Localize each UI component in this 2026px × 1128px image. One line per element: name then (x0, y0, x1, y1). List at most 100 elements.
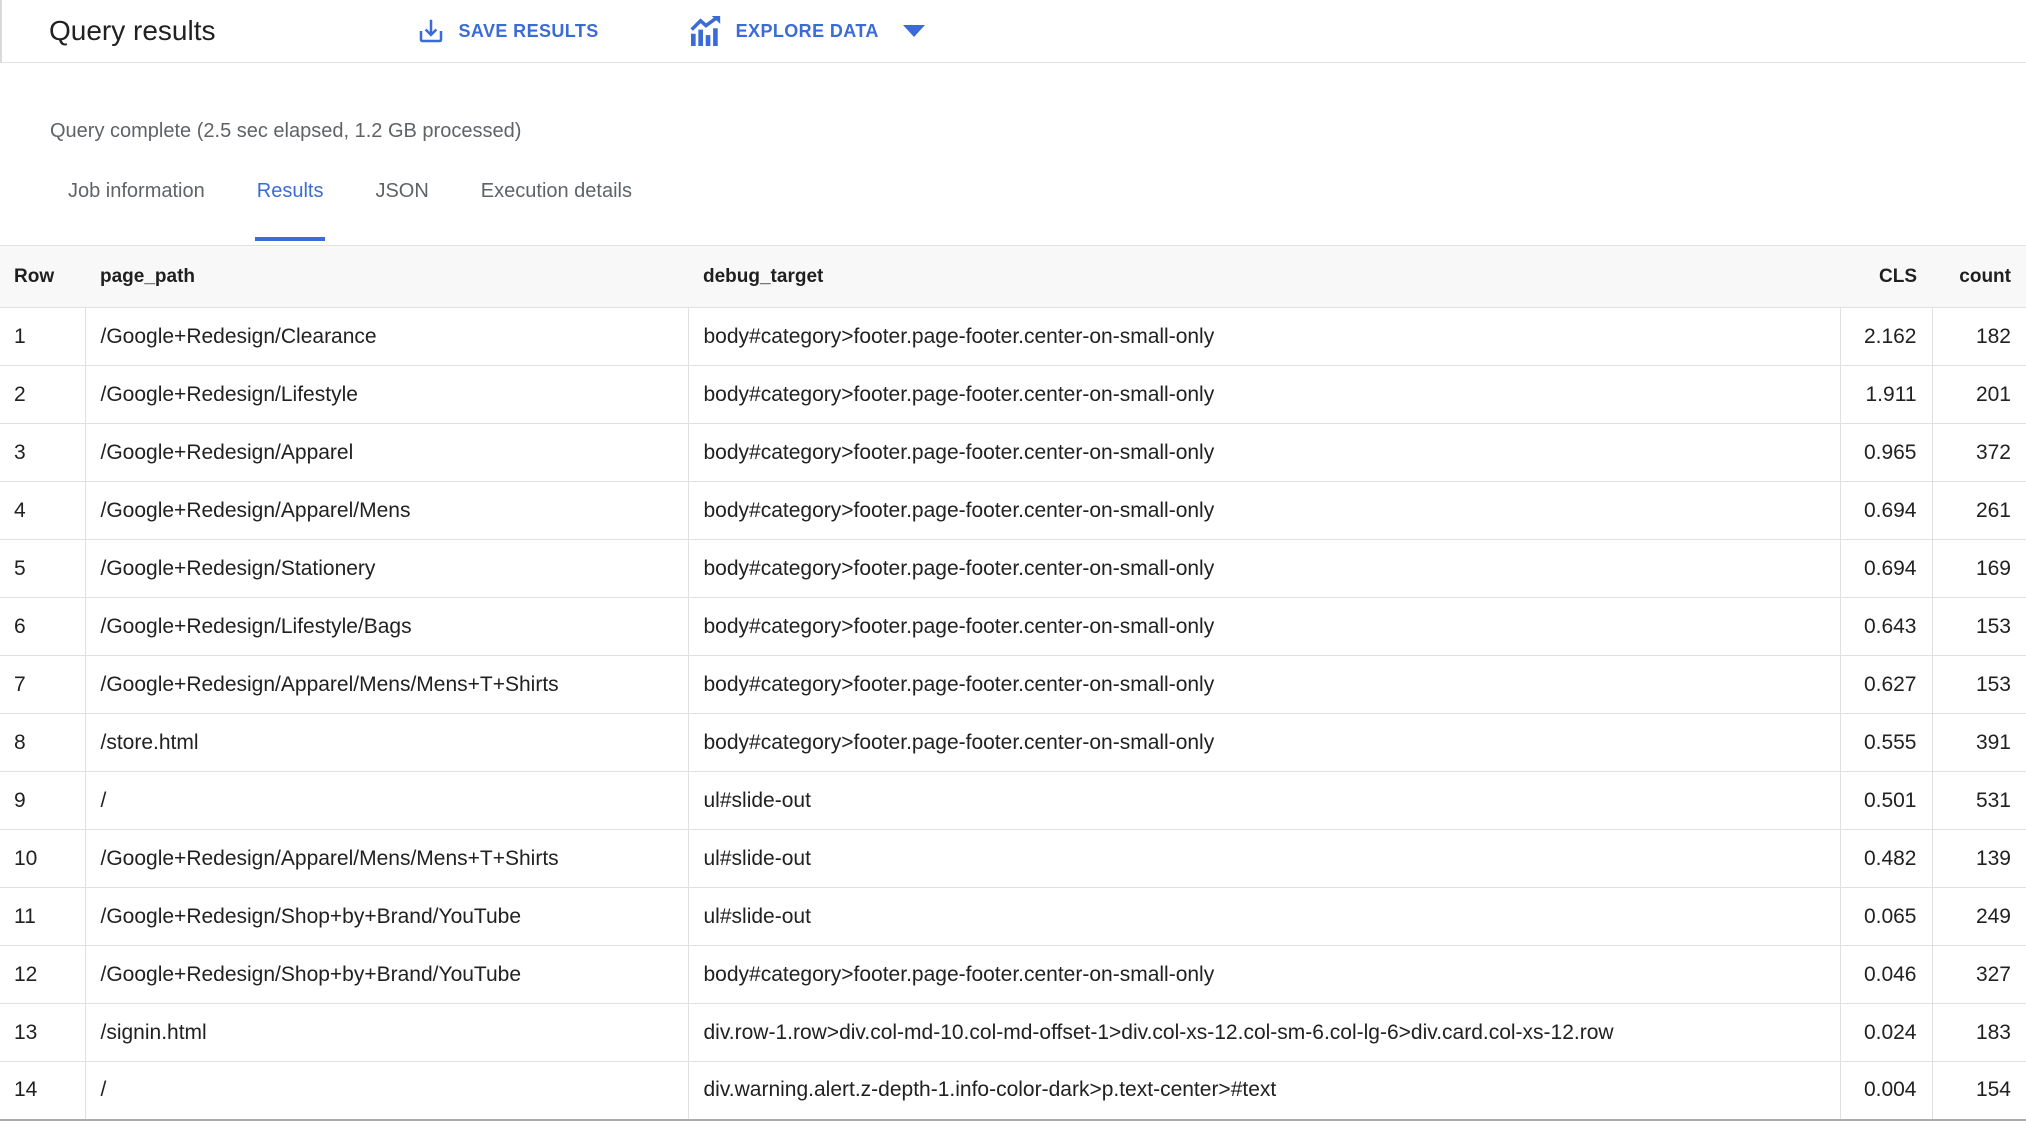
table-row: 1/Google+Redesign/Clearance body#category… (0, 307, 2026, 366)
page-path-cell: /Google+Redesign/Apparel/Mens/Mens+T+Shi… (85, 655, 689, 714)
count-cell: 201 (1932, 365, 2026, 424)
count-cell: 153 (1932, 655, 2026, 714)
row-number-cell: 11 (0, 887, 86, 946)
debug-target-cell: ul#slide-out (688, 887, 1841, 946)
row-number-cell: 9 (0, 771, 86, 830)
table-row: 2/Google+Redesign/Lifestyle body#category… (0, 365, 2026, 424)
count-cell: 327 (1932, 945, 2026, 1004)
query-results-table: Row page_path debug_target CLS count 1/G… (0, 245, 2026, 1121)
count-cell: 249 (1932, 887, 2026, 946)
column-header-page-path: page_path (85, 245, 688, 308)
row-number-cell: 8 (0, 713, 86, 772)
chart-insights-icon (689, 16, 723, 46)
explore-data-button[interactable]: EXPLORE DATA (689, 16, 925, 46)
page-path-cell: /Google+Redesign/Lifestyle/Bags (85, 597, 689, 656)
table-row: 4/Google+Redesign/Apparel/Mens body#categ… (0, 481, 2026, 540)
row-number-cell: 4 (0, 481, 86, 540)
row-number-cell: 6 (0, 597, 86, 656)
page-path-cell: /signin.html (85, 1003, 689, 1062)
row-number-cell: 10 (0, 829, 86, 888)
count-cell: 169 (1932, 539, 2026, 598)
table-row: 14/div.warning.alert.z-depth-1.info-colo… (0, 1061, 2026, 1120)
cls-cell: 0.024 (1840, 1003, 1933, 1062)
cls-cell: 0.555 (1840, 713, 1933, 772)
results-table-body: 1/Google+Redesign/Clearance body#category… (0, 307, 2026, 1120)
row-number-cell: 13 (0, 1003, 86, 1062)
page-path-cell: /Google+Redesign/Apparel/Mens/Mens+T+Shi… (85, 829, 689, 888)
count-cell: 153 (1932, 597, 2026, 656)
cls-cell: 0.627 (1840, 655, 1933, 714)
page-path-cell: /Google+Redesign/Stationery (85, 539, 689, 598)
cls-cell: 0.501 (1840, 771, 1933, 830)
count-cell: 391 (1932, 713, 2026, 772)
cls-cell: 0.694 (1840, 481, 1933, 540)
row-number-cell: 14 (0, 1061, 86, 1120)
tab-json[interactable]: JSON (375, 177, 428, 241)
page-path-cell: /Google+Redesign/Shop+by+Brand/YouTube (85, 945, 689, 1004)
cls-cell: 0.965 (1840, 423, 1933, 482)
cls-cell: 0.643 (1840, 597, 1933, 656)
download-icon (416, 16, 446, 46)
dropdown-caret-icon (902, 25, 925, 37)
page-title: Query results (49, 15, 216, 46)
page-path-cell: /Google+Redesign/Apparel (85, 423, 689, 482)
debug-target-cell: ul#slide-out (688, 771, 1841, 830)
debug-target-cell: body#category>footer.page-footer.center-… (688, 307, 1841, 366)
debug-target-cell: body#category>footer.page-footer.center-… (688, 481, 1841, 540)
tab-results[interactable]: Results (254, 177, 326, 241)
table-row: 10/Google+Redesign/Apparel/Mens/Mens+T+S… (0, 829, 2026, 888)
debug-target-cell: body#category>footer.page-footer.center-… (688, 365, 1841, 424)
count-cell: 261 (1932, 481, 2026, 540)
page-path-cell: /Google+Redesign/Lifestyle (85, 365, 689, 424)
debug-target-cell: div.row-1.row>div.col-md-10.col-md-offse… (688, 1003, 1841, 1062)
cls-cell: 0.046 (1840, 945, 1933, 1004)
save-results-label: SAVE RESULTS (458, 20, 599, 41)
row-number-cell: 2 (0, 365, 86, 424)
page-path-cell: /store.html (85, 713, 689, 772)
column-header-row: Row (0, 245, 85, 308)
cls-cell: 0.004 (1840, 1061, 1933, 1120)
explore-data-label: EXPLORE DATA (735, 20, 879, 41)
count-cell: 531 (1932, 771, 2026, 830)
count-cell: 154 (1932, 1061, 2026, 1120)
table-row: 9/ul#slide-out 0.501 531 (0, 771, 2026, 830)
cls-cell: 2.162 (1840, 307, 1933, 366)
table-row: 12/Google+Redesign/Shop+by+Brand/YouTube… (0, 945, 2026, 1004)
page-path-cell: / (85, 1061, 689, 1120)
debug-target-cell: div.warning.alert.z-depth-1.info-color-d… (688, 1061, 1841, 1120)
column-header-count: count (1932, 245, 2026, 308)
table-row: 11/Google+Redesign/Shop+by+Brand/YouTube… (0, 887, 2026, 946)
count-cell: 139 (1932, 829, 2026, 888)
row-number-cell: 3 (0, 423, 86, 482)
tab-job-information[interactable]: Job information (68, 177, 205, 241)
count-cell: 183 (1932, 1003, 2026, 1062)
cls-cell: 0.694 (1840, 539, 1933, 598)
table-row: 6/Google+Redesign/Lifestyle/Bags body#cat… (0, 597, 2026, 656)
cls-cell: 0.065 (1840, 887, 1933, 946)
page-path-cell: /Google+Redesign/Clearance (85, 307, 689, 366)
cls-cell: 1.911 (1840, 365, 1933, 424)
results-tab-bar: Job information Results JSON Execution d… (68, 177, 2026, 241)
table-row: 8/store.html body#category>footer.page-fo… (0, 713, 2026, 772)
table-row: 13/signin.html div.row-1.row>div.col-md-1… (0, 1003, 2026, 1062)
query-results-toolbar: Query results SAVE RESULTS EXPLORE DATA (0, 0, 2026, 63)
tab-execution-details[interactable]: Execution details (481, 177, 632, 241)
save-results-button[interactable]: SAVE RESULTS (416, 16, 599, 46)
count-cell: 182 (1932, 307, 2026, 366)
table-row: 5/Google+Redesign/Stationery body#categor… (0, 539, 2026, 598)
column-header-debug-target: debug_target (688, 245, 1840, 308)
debug-target-cell: body#category>footer.page-footer.center-… (688, 539, 1841, 598)
query-status-text: Query complete (2.5 sec elapsed, 1.2 GB … (50, 120, 522, 142)
debug-target-cell: body#category>footer.page-footer.center-… (688, 713, 1841, 772)
page-path-cell: /Google+Redesign/Shop+by+Brand/YouTube (85, 887, 689, 946)
debug-target-cell: body#category>footer.page-footer.center-… (688, 597, 1841, 656)
page-path-cell: / (85, 771, 689, 830)
column-header-cls: CLS (1840, 245, 1932, 308)
cls-cell: 0.482 (1840, 829, 1933, 888)
table-row: 7/Google+Redesign/Apparel/Mens/Mens+T+Sh… (0, 655, 2026, 714)
row-number-cell: 12 (0, 945, 86, 1004)
count-cell: 372 (1932, 423, 2026, 482)
debug-target-cell: body#category>footer.page-footer.center-… (688, 655, 1841, 714)
row-number-cell: 7 (0, 655, 86, 714)
debug-target-cell: body#category>footer.page-footer.center-… (688, 945, 1841, 1004)
